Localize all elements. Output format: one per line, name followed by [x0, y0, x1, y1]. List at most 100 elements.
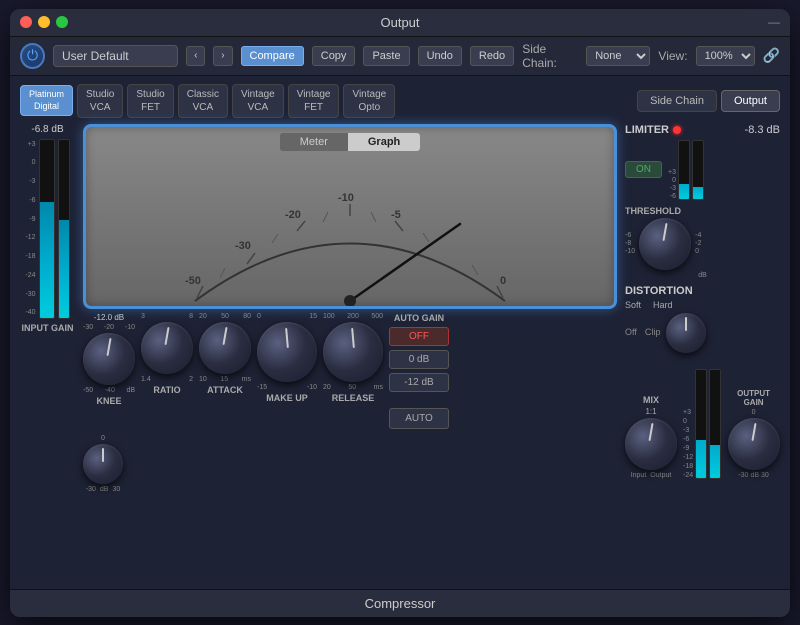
view-label: View: — [658, 49, 687, 63]
knee-label: KNEE — [96, 396, 121, 406]
tab-vintage-vca[interactable]: VintageVCA — [232, 84, 284, 118]
release-group: 100 200 500 20 50 ms RELEASE — [323, 313, 383, 403]
view-select[interactable]: 100% — [696, 46, 755, 66]
distortion-section: DISTORTION Soft Hard Off Clip — [625, 285, 780, 353]
meter-scale-40: -40 — [25, 309, 35, 316]
attack-scale-15: 15 — [220, 376, 228, 383]
auto-gain-off-btn[interactable]: OFF — [389, 327, 449, 346]
auto-button[interactable]: AUTO — [389, 408, 449, 429]
makeup-label: MAKE UP — [266, 393, 308, 403]
limiter-on-button[interactable]: ON — [625, 161, 662, 178]
ratio-knob[interactable] — [141, 322, 193, 374]
graph-tab[interactable]: Graph — [348, 133, 420, 151]
ratio-group: 3 8 1.4 2 RATIO — [141, 313, 193, 395]
link-icon[interactable]: 🔗 — [763, 47, 780, 64]
auto-gain-label: AUTO GAIN — [394, 313, 444, 323]
output-button[interactable]: Output — [721, 90, 780, 112]
attack-scale-80: 80 — [243, 313, 251, 320]
output-scale-n30: -30 — [738, 472, 748, 479]
makeup-scale-n15: -15 — [257, 384, 267, 391]
tab-vintage-opto[interactable]: VintageOpto — [343, 84, 395, 118]
input-scale-db: dB — [100, 486, 109, 493]
preset-tabs-row: PlatinumDigital StudioVCA StudioFET Clas… — [20, 84, 780, 118]
middle-section: -6.8 dB +3 0 -3 -6 -9 -12 -18 -24 -30 -4… — [20, 124, 780, 581]
limiter-header: LIMITER -8.3 dB — [625, 124, 780, 136]
limiter-label: LIMITER — [625, 124, 669, 136]
tab-vintage-fet[interactable]: VintageFET — [288, 84, 340, 118]
threshold-area: -6 -8 -10 -4 -2 0 — [625, 218, 780, 270]
ratio-scale-14: 1.4 — [141, 376, 151, 383]
copy-button[interactable]: Copy — [312, 46, 356, 66]
window-title: Output — [380, 15, 419, 30]
knee-knob[interactable] — [83, 333, 135, 385]
output-gain-group: OUTPUT GAIN 0 -30 dB 30 — [727, 389, 780, 479]
paste-button[interactable]: Paste — [363, 46, 409, 66]
svg-text:-30: -30 — [235, 240, 251, 252]
release-knob[interactable] — [323, 322, 383, 382]
auto-gain-0db-btn[interactable]: 0 dB — [389, 350, 449, 369]
output-meters: +3 0 -3 -6 -9 -12 -18 -24 — [683, 359, 721, 479]
input-gain-knob[interactable] — [83, 444, 123, 484]
auto-gain-minus12-btn[interactable]: -12 dB — [389, 373, 449, 392]
release-label: RELEASE — [332, 393, 375, 403]
attack-knob[interactable] — [199, 322, 251, 374]
makeup-scale-0: 0 — [257, 313, 261, 320]
footer: Compressor — [10, 589, 790, 617]
redo-button[interactable]: Redo — [470, 46, 514, 66]
distortion-knob[interactable] — [666, 313, 706, 353]
knee-scale-n20: -20 — [104, 324, 114, 331]
vu-arc-container: -50 -30 -20 -10 — [86, 176, 614, 306]
ratio-scale-2: 2 — [189, 376, 193, 383]
vu-meter-section: Meter Graph — [83, 124, 617, 581]
mix-group: MIX 1:1 Input Output — [625, 395, 677, 479]
meter-scale-3: +3 — [25, 141, 35, 148]
nav-back-button[interactable]: ‹ — [186, 46, 205, 66]
toolbar: ⏻ User Default ‹ › Compare Copy Paste Un… — [10, 37, 790, 76]
nav-forward-button[interactable]: › — [213, 46, 232, 66]
meter-scale-3n: -3 — [25, 178, 35, 185]
attack-group: 20 50 80 10 15 ms ATTACK — [199, 313, 251, 395]
preset-select[interactable]: User Default — [53, 45, 178, 67]
close-button[interactable] — [20, 16, 32, 28]
output-label: Output — [650, 472, 671, 479]
tab-studio-vca[interactable]: StudioVCA — [77, 84, 123, 118]
svg-text:-10: -10 — [338, 192, 354, 204]
compare-button[interactable]: Compare — [241, 46, 304, 66]
output-scale-db: dB — [750, 472, 759, 479]
minimize-icon[interactable]: — — [768, 15, 780, 29]
vu-display: -50 -30 -20 -10 — [86, 157, 614, 306]
mix-knob[interactable] — [625, 418, 677, 470]
output-meter-2 — [709, 369, 721, 479]
footer-title: Compressor — [365, 596, 436, 611]
threshold-label: THRESHOLD — [625, 206, 780, 216]
meter-scale-6: -6 — [25, 197, 35, 204]
minimize-button[interactable] — [38, 16, 50, 28]
svg-text:-50: -50 — [185, 275, 201, 287]
sidechain-select[interactable]: None — [586, 46, 650, 66]
tab-classic-vca[interactable]: ClassicVCA — [178, 84, 228, 118]
soft-label: Soft — [625, 300, 641, 310]
auto-gain-section: AUTO GAIN OFF 0 dB -12 dB AUTO — [389, 313, 449, 429]
meter-scale-24: -24 — [25, 272, 35, 279]
clip-label: Clip — [645, 327, 661, 337]
tab-platinum-digital[interactable]: PlatinumDigital — [20, 85, 73, 116]
input-level-meter — [39, 139, 55, 319]
meter-scale-30: -30 — [25, 291, 35, 298]
output-gain-label: OUTPUT GAIN — [727, 389, 780, 407]
maximize-button[interactable] — [56, 16, 68, 28]
sidechain-button[interactable]: Side Chain — [637, 90, 717, 112]
ratio-scale-3: 3 — [141, 313, 145, 320]
meter-tab[interactable]: Meter — [280, 133, 348, 151]
mix-output-row: MIX 1:1 Input Output +3 0 -3 — [625, 359, 780, 479]
tab-studio-fet[interactable]: StudioFET — [127, 84, 173, 118]
main-window: Output — ⏻ User Default ‹ › Compare Copy… — [10, 9, 790, 617]
power-button[interactable]: ⏻ — [20, 43, 45, 69]
makeup-knob[interactable] — [257, 322, 317, 382]
output-gain-knob[interactable] — [728, 418, 780, 470]
mix-label: MIX — [643, 395, 659, 405]
limiter-db-value: -8.3 dB — [745, 124, 780, 136]
threshold-knob[interactable] — [639, 218, 691, 270]
output-meter-1 — [695, 369, 707, 479]
undo-button[interactable]: Undo — [418, 46, 462, 66]
attack-scale-50: 50 — [221, 313, 229, 320]
